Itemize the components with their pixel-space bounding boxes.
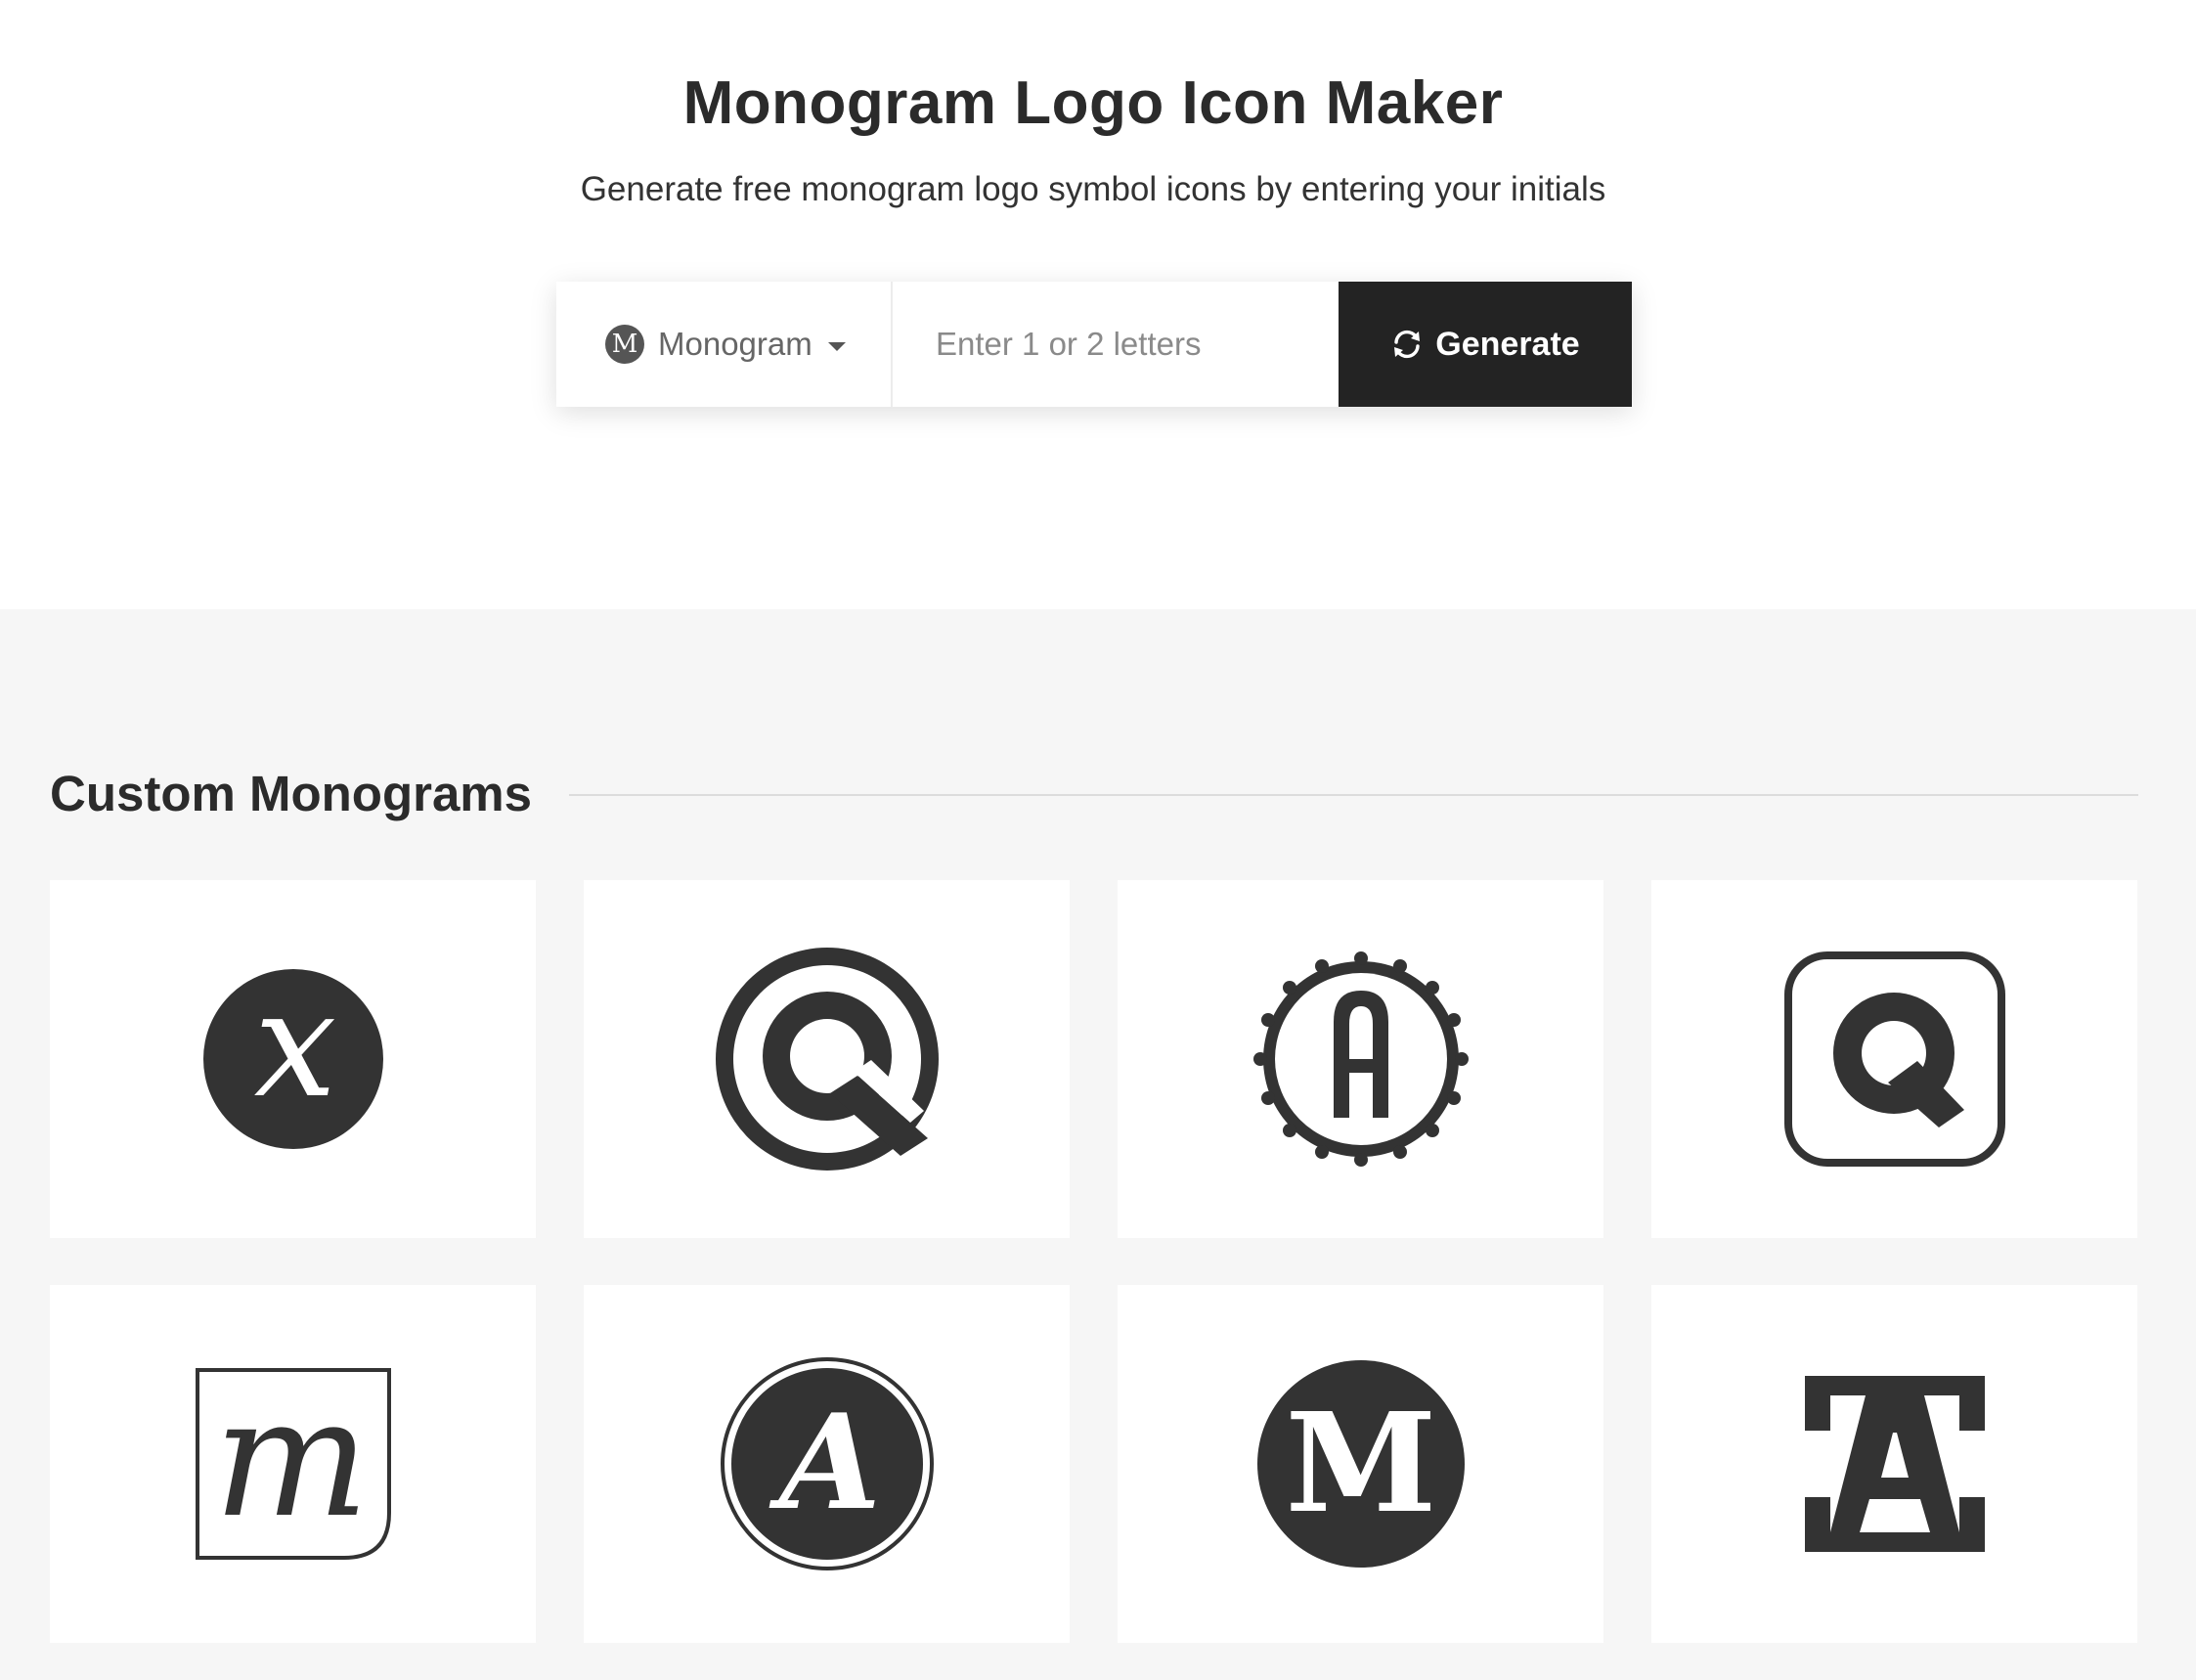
monogram-a-ring-icon: A xyxy=(720,1357,934,1570)
monogram-card-a-bracket[interactable] xyxy=(1651,1285,2137,1643)
monogram-m-leaf-icon: m xyxy=(195,1366,391,1560)
monogram-a-bracket-icon xyxy=(1804,1376,1985,1552)
caret-down-icon xyxy=(827,341,846,351)
monogram-q-square-icon xyxy=(1783,951,2005,1167)
monogram-card-q-square[interactable] xyxy=(1651,880,2137,1238)
monogram-m-circle-icon: M xyxy=(1256,1360,1465,1568)
monogram-card-a-double-ring[interactable]: A xyxy=(584,1285,1070,1643)
generate-button-label: Generate xyxy=(1435,325,1580,363)
monogram-letter: m xyxy=(213,1366,369,1554)
generate-button[interactable]: Generate xyxy=(1339,282,1632,407)
style-dropdown-label: Monogram xyxy=(658,326,813,362)
monogram-card-m-circle[interactable]: M xyxy=(1118,1285,1603,1643)
monogram-a-seal-icon xyxy=(1252,951,1469,1167)
monogram-q-ring-icon xyxy=(715,948,939,1171)
monogram-letter: M xyxy=(1285,1384,1436,1544)
section-heading: Custom Monograms xyxy=(50,766,533,821)
refresh-icon xyxy=(1390,328,1424,361)
monogram-letter: x xyxy=(253,966,336,1130)
monogram-letter: A xyxy=(769,1385,881,1539)
generator-form: M Monogram Generate xyxy=(556,282,1632,407)
monogram-style-icon: M xyxy=(605,325,644,364)
section-divider xyxy=(569,794,2138,796)
hero-section: Monogram Logo Icon Maker Generate free m… xyxy=(0,0,2196,609)
letters-input[interactable] xyxy=(893,282,1339,407)
monogram-card-m-leaf[interactable]: m xyxy=(50,1285,536,1643)
gallery-section: Custom Monograms x m A M xyxy=(0,609,2196,1680)
monogram-card-x-circle[interactable]: x xyxy=(50,880,536,1238)
page-subtitle: Generate free monogram logo symbol icons… xyxy=(580,170,1606,208)
monogram-x-icon: x xyxy=(202,966,383,1149)
monogram-card-a-seal[interactable] xyxy=(1118,880,1603,1238)
monogram-card-q-ring[interactable] xyxy=(584,880,1070,1238)
style-dropdown[interactable]: M Monogram xyxy=(556,282,893,407)
page-title: Monogram Logo Icon Maker xyxy=(682,69,1504,137)
